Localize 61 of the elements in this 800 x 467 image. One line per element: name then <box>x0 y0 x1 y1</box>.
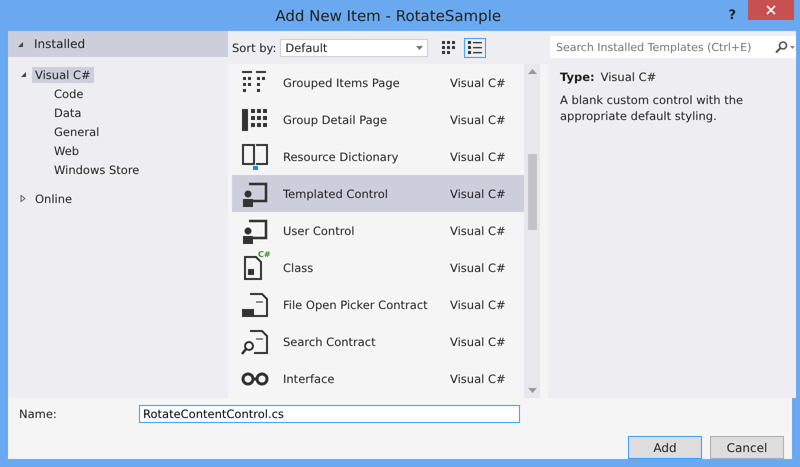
name-label: Name: <box>19 407 58 421</box>
template-language: Visual C# <box>450 224 506 238</box>
template-language: Visual C# <box>450 260 506 274</box>
cancel-button[interactable]: Cancel <box>710 436 784 459</box>
tree-item[interactable]: Code <box>51 86 86 102</box>
template-row[interactable]: Interface Visual C# <box>232 360 524 397</box>
template-name: Templated Control <box>283 186 389 200</box>
tree-item[interactable]: General <box>51 124 102 140</box>
scrollbar-thumb[interactable] <box>528 154 536 230</box>
template-language: Visual C# <box>450 112 506 126</box>
close-icon <box>766 5 776 15</box>
search-field[interactable]: Search Installed Templates (Ctrl+E) <box>550 36 796 58</box>
template-name: Group Detail Page <box>283 112 388 126</box>
scroll-down-icon[interactable] <box>528 388 536 393</box>
template-name: User Control <box>283 224 356 238</box>
window-title: Add New Item - RotateSample <box>274 6 502 24</box>
template-name: Grouped Items Page <box>283 76 401 90</box>
expander-icon[interactable] <box>20 71 27 78</box>
template-row[interactable]: C# Class Visual C# <box>232 249 524 286</box>
language-label: C# <box>258 250 271 259</box>
tree-header[interactable]: Installed <box>8 31 228 57</box>
scrollbar[interactable] <box>524 64 540 398</box>
type-label: Type: <box>560 70 595 84</box>
template-language: Visual C# <box>450 298 506 312</box>
template-row[interactable]: Grouped Items Page Visual C# <box>232 64 524 101</box>
add-button[interactable]: Add <box>628 436 702 459</box>
template-name: Search Contract <box>283 334 377 348</box>
template-description: A blank custom control with the appropriate default styling. <box>560 92 744 124</box>
tree-item[interactable]: Web <box>51 142 82 158</box>
tree-item[interactable]: Windows Store <box>51 162 142 178</box>
template-language: Visual C# <box>450 76 506 90</box>
list-view-button[interactable] <box>464 38 486 58</box>
template-name: Interface <box>283 372 336 386</box>
scroll-up-icon[interactable] <box>528 69 536 74</box>
template-row[interactable]: File Open Picker Contract Visual C# <box>232 286 524 323</box>
template-row[interactable]: User Control Visual C# <box>232 212 524 249</box>
sort-dropdown[interactable]: Default <box>280 38 428 56</box>
template-language: Visual C# <box>450 150 506 164</box>
dropdown-caret-icon <box>416 46 424 50</box>
template-name: File Open Picker Contract <box>283 298 429 312</box>
template-name: Resource Dictionary <box>283 150 400 164</box>
template-language: Visual C# <box>450 186 506 200</box>
expander-icon <box>17 40 24 48</box>
tree-item[interactable]: Data <box>51 104 84 120</box>
help-button[interactable]: ? <box>728 8 736 23</box>
type-value: Visual C# <box>600 70 656 84</box>
template-language: Visual C# <box>450 372 506 386</box>
template-icon <box>240 142 270 172</box>
template-row[interactable]: Templated Control Visual C# <box>232 175 524 212</box>
search-icon <box>774 41 796 53</box>
tree-item[interactable]: Visual C# <box>32 66 94 82</box>
template-language: Visual C# <box>450 334 506 348</box>
template-row[interactable]: Group Detail Page Visual C# <box>232 101 524 138</box>
template-row[interactable]: Resource Dictionary Visual C# <box>232 138 524 175</box>
close-button[interactable] <box>748 0 794 20</box>
sort-label: Sort by: <box>232 40 276 54</box>
tree-item[interactable]: Online <box>32 190 76 206</box>
template-name: Class <box>283 260 314 274</box>
name-field[interactable]: RotateContentControl.cs <box>139 405 520 423</box>
expander-icon[interactable] <box>20 195 27 202</box>
template-row[interactable]: Search Contract Visual C# <box>232 323 524 360</box>
